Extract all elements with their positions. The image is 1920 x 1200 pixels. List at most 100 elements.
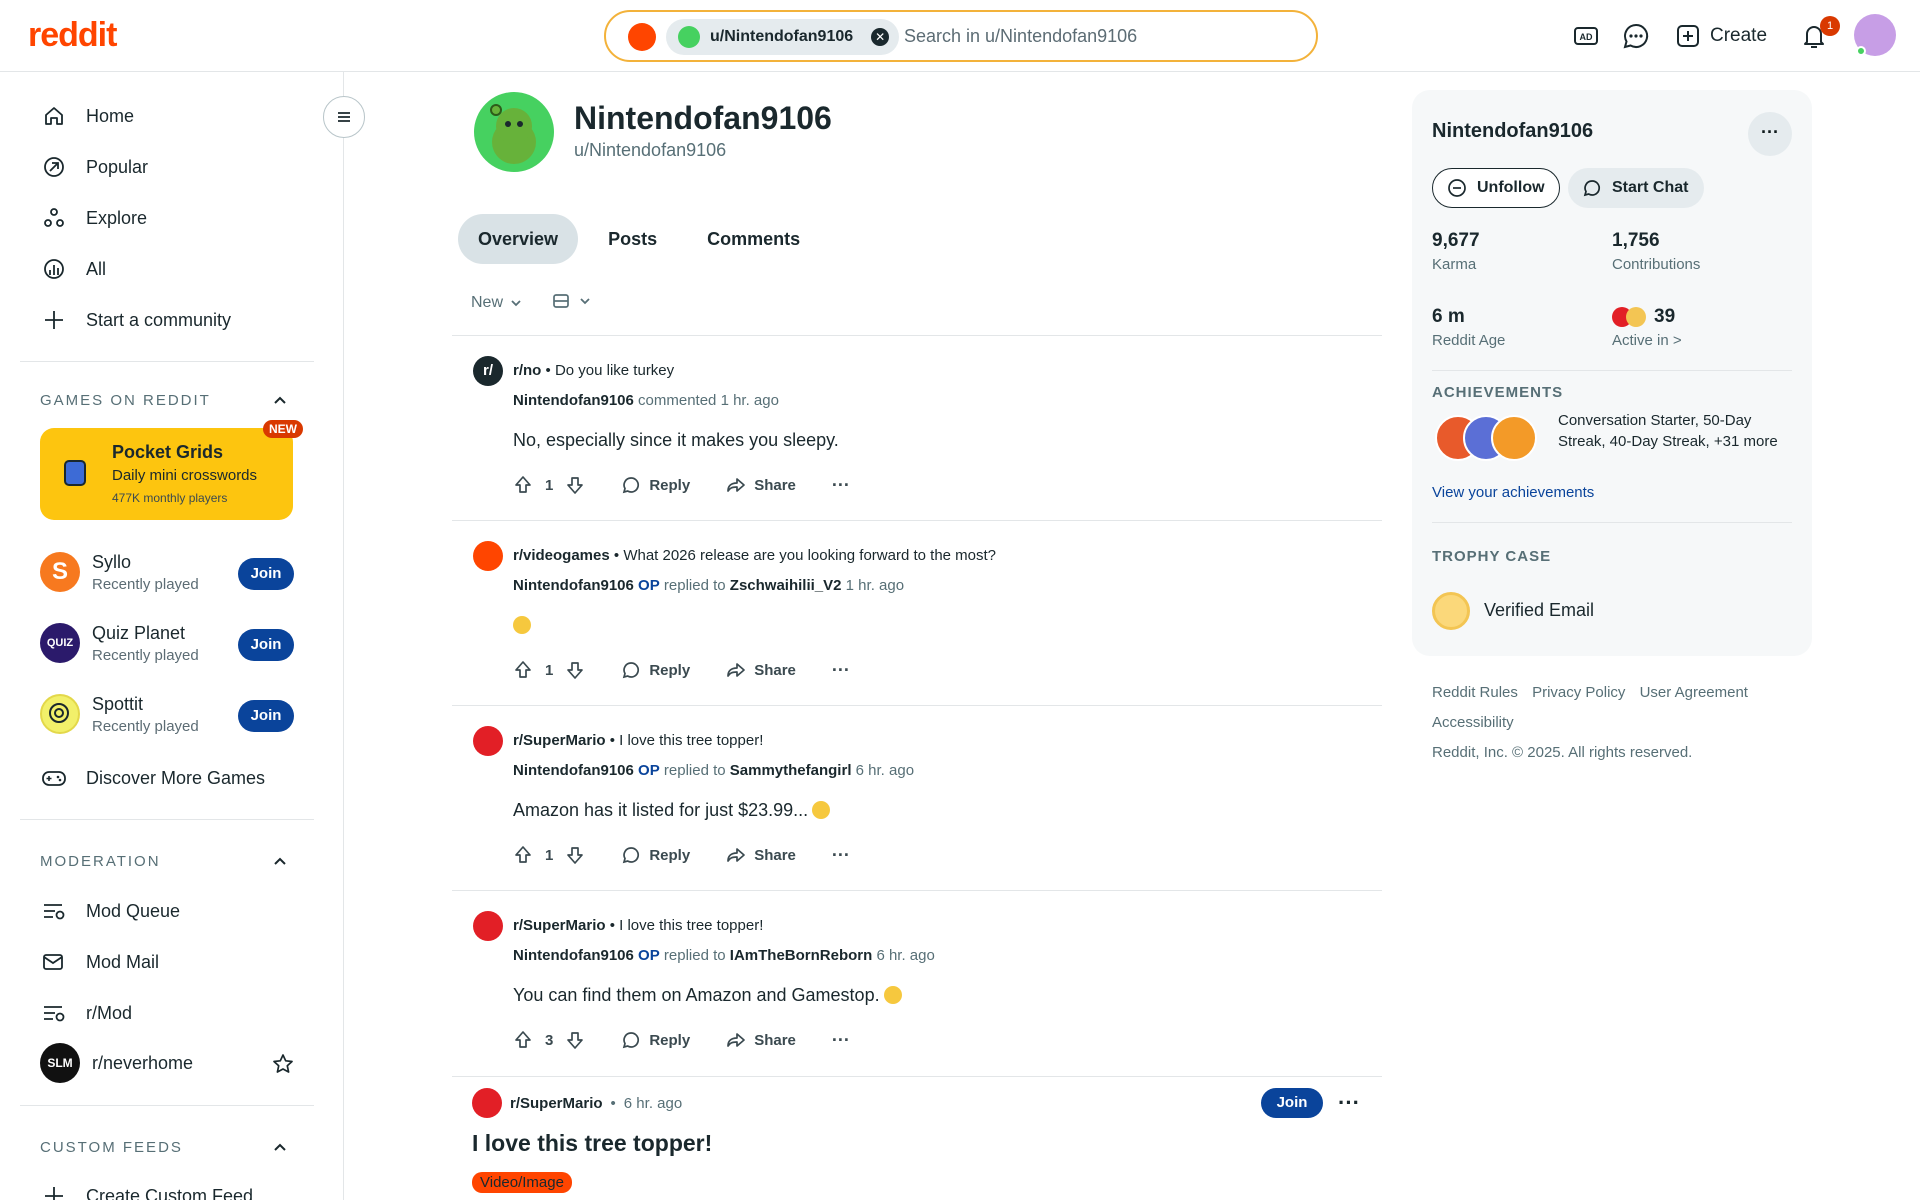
reply-button[interactable]: Reply (621, 475, 690, 495)
sidebar-item-popular[interactable]: Popular (40, 147, 148, 187)
more-options-icon[interactable]: ··· (832, 660, 850, 681)
share-button[interactable]: Share (726, 660, 796, 680)
sidebar-item-mod-queue[interactable]: Mod Queue (40, 891, 180, 931)
join-button[interactable]: Join (1261, 1088, 1323, 1118)
subreddit-link[interactable]: r/SuperMario (513, 732, 606, 749)
sort-dropdown[interactable]: New (471, 294, 523, 312)
join-button[interactable]: Join (238, 700, 294, 732)
create-button[interactable]: Create (1676, 20, 1767, 52)
vote-count: 1 (545, 661, 554, 679)
stat-active-in[interactable]: 39 Active in > (1612, 306, 1682, 349)
user-avatar-icon (678, 26, 700, 48)
ads-icon[interactable]: AD (1570, 20, 1602, 52)
share-icon (727, 1033, 746, 1047)
share-button[interactable]: Share (726, 845, 796, 865)
user-avatar[interactable] (1854, 14, 1896, 56)
subreddit-link[interactable]: r/no (513, 362, 541, 379)
subreddit-link[interactable]: r/SuperMario (510, 1095, 603, 1112)
comment-item[interactable]: r/SuperMario • I love this tree topper! … (452, 726, 1382, 866)
share-button[interactable]: Share (726, 475, 796, 495)
post-title-link[interactable]: What 2026 release are you looking forwar… (623, 547, 996, 564)
footer-link[interactable]: Reddit Rules (1432, 684, 1518, 701)
comment-author[interactable]: Nintendofan9106 (513, 577, 634, 594)
more-options-icon[interactable]: ··· (1338, 1090, 1360, 1116)
sidebar-item-r-mod[interactable]: r/Mod (40, 993, 132, 1033)
home-icon (40, 102, 68, 130)
reply-label: Reply (649, 846, 691, 864)
discover-more-games[interactable]: Discover More Games (40, 758, 265, 798)
post-flair[interactable]: Video/Image (472, 1172, 572, 1193)
post-title-link[interactable]: I love this tree topper! (619, 732, 763, 749)
comment-context: r/no • Do you like turkey (513, 362, 675, 379)
more-options-button[interactable]: ··· (1748, 112, 1792, 156)
comment-body: No, especially since it makes you sleepy… (513, 430, 839, 450)
comment-author[interactable]: Nintendofan9106 (513, 947, 634, 964)
comment-author[interactable]: Nintendofan9106 (513, 762, 634, 779)
sidebar-item-create-custom-feed[interactable]: Create Custom Feed (40, 1176, 253, 1200)
game-item-syllo[interactable]: S Syllo Recently played Join (40, 546, 294, 602)
post-title[interactable]: I love this tree topper! (472, 1130, 712, 1157)
share-button[interactable]: Share (726, 1030, 796, 1050)
comment-context: r/SuperMario • I love this tree topper! (513, 917, 764, 934)
reply-target[interactable]: Zschwaihilii_V2 (730, 577, 842, 594)
sort-label: New (471, 294, 504, 311)
join-button[interactable]: Join (238, 629, 294, 661)
sidebar-toggle-button[interactable] (323, 96, 365, 138)
more-options-icon[interactable]: ··· (832, 845, 850, 866)
tab-overview[interactable]: Overview (458, 214, 579, 264)
featured-game-card[interactable]: Pocket Grids Daily mini crosswords 477K … (40, 420, 303, 520)
profile-avatar[interactable] (474, 92, 554, 172)
plus-icon (40, 1182, 68, 1200)
reply-button[interactable]: Reply (621, 845, 690, 865)
upvote-icon (515, 661, 531, 678)
comment-relation: replied to (663, 577, 726, 594)
comment-item[interactable]: r/videogames • What 2026 release are you… (452, 541, 1382, 681)
tab-comments[interactable]: Comments (687, 214, 820, 264)
more-options-icon[interactable]: ··· (832, 475, 850, 496)
sidebar-item-mod-mail[interactable]: Mod Mail (40, 942, 159, 982)
sidebar-item-neverhome[interactable]: SLM r/neverhome (40, 1043, 294, 1083)
post-title-link[interactable]: Do you like turkey (555, 362, 674, 379)
clear-scope-icon[interactable]: ✕ (871, 28, 890, 46)
comment-author[interactable]: Nintendofan9106 (513, 392, 634, 409)
sidebar-item-explore[interactable]: Explore (40, 198, 147, 238)
reply-target[interactable]: Sammythefangirl (730, 762, 852, 779)
search-input[interactable]: Search in u/Nintendofan9106 (904, 26, 1137, 47)
reply-button[interactable]: Reply (621, 660, 690, 680)
more-options-icon[interactable]: ··· (832, 1030, 850, 1051)
footer-link[interactable]: User Agreement (1640, 684, 1748, 701)
view-achievements-link[interactable]: View your achievements (1432, 484, 1594, 501)
chevron-up-icon[interactable] (270, 390, 290, 410)
start-chat-button[interactable]: Start Chat (1568, 168, 1705, 208)
downvote-icon (567, 1032, 584, 1049)
chevron-up-icon[interactable] (270, 851, 290, 871)
game-item-quiz-planet[interactable]: QUIZ Quiz Planet Recently played Join (40, 617, 294, 673)
vote-control: 3 (513, 1030, 585, 1050)
comment-actions: 1 Reply Share ··· (513, 842, 850, 868)
subreddit-link[interactable]: r/SuperMario (513, 917, 606, 934)
sidebar-item-all[interactable]: All (40, 249, 106, 289)
tab-posts[interactable]: Posts (588, 214, 677, 264)
game-item-spottit[interactable]: Spottit Recently played Join (40, 688, 294, 744)
search-bar[interactable]: u/Nintendofan9106 ✕ Search in u/Nintendo… (604, 10, 1318, 62)
sidebar-item-start-community[interactable]: Start a community (40, 300, 231, 340)
search-scope-chip[interactable]: u/Nintendofan9106 ✕ (666, 19, 900, 55)
join-button[interactable]: Join (238, 558, 294, 590)
footer-link[interactable]: Accessibility (1432, 714, 1514, 731)
reddit-logo[interactable]: reddit (28, 16, 117, 55)
star-icon[interactable] (272, 1053, 294, 1075)
unfollow-button[interactable]: Unfollow (1432, 168, 1560, 208)
footer-link[interactable]: Privacy Policy (1532, 684, 1625, 701)
subreddit-link[interactable]: r/videogames (513, 547, 610, 564)
comment-item[interactable]: r/ r/no • Do you like turkey Nintendofan… (452, 356, 1382, 496)
reply-target[interactable]: IAmTheBornReborn (730, 947, 873, 964)
view-layout-dropdown[interactable] (552, 292, 592, 310)
card-username: Nintendofan9106 (1432, 120, 1594, 142)
syllo-icon: S (40, 552, 80, 592)
chat-icon[interactable] (1620, 20, 1652, 52)
post-title-link[interactable]: I love this tree topper! (619, 917, 763, 934)
reply-button[interactable]: Reply (621, 1030, 690, 1050)
sidebar-item-home[interactable]: Home (40, 96, 134, 136)
chevron-up-icon[interactable] (270, 1137, 290, 1157)
comment-item[interactable]: r/SuperMario • I love this tree topper! … (452, 911, 1382, 1051)
